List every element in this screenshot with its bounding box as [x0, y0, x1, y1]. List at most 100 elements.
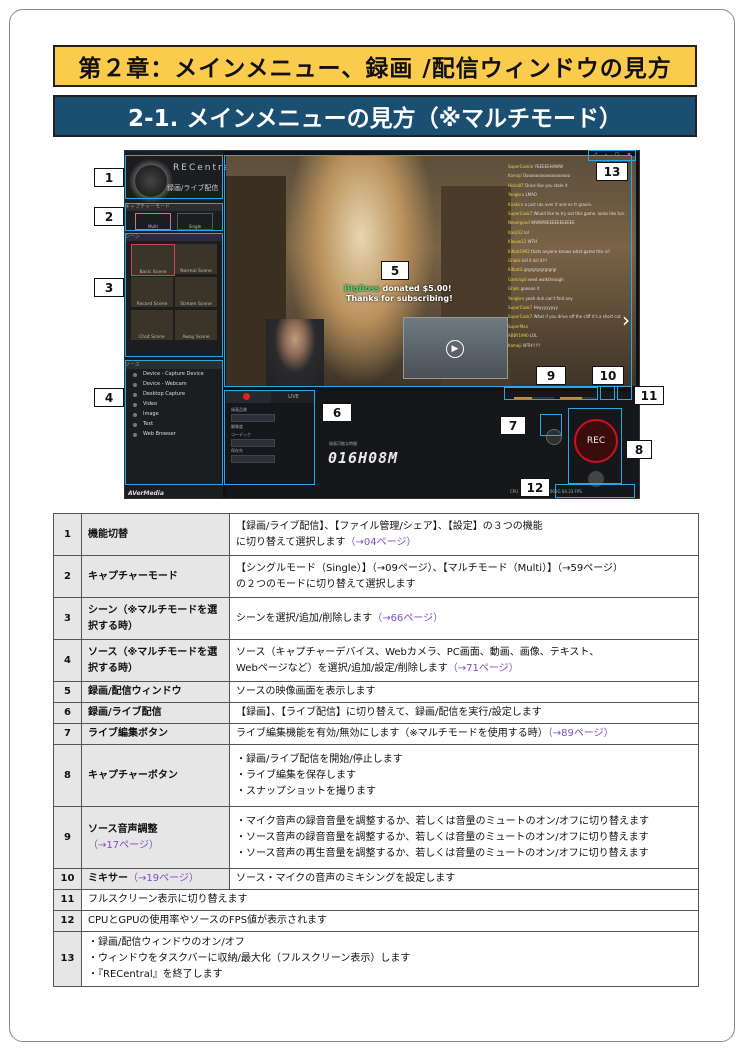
- row-number: 6: [53, 702, 82, 724]
- row-title-text: ソース（※マルチモードを選択する時）: [88, 646, 218, 674]
- description-line: Webページなど）を選択/追加/設定/削除します: [236, 662, 448, 674]
- table-row: 9 ソース音声調整 （→17ページ） ・マイク音声の録音音量を調整するか、若しくは音量…: [53, 806, 699, 869]
- chapter-title: 第２章：メインメニュー、録画 /配信ウィンドウの見方: [53, 45, 697, 87]
- row-description: ソースの映像画面を表示します: [229, 681, 699, 703]
- row-title-text: キャプチャーモード: [88, 570, 178, 582]
- highlight-2: [125, 203, 223, 231]
- table-row: 2 キャプチャーモード 【シングルモード（Single）】（→09ページ）、【マルチ…: [53, 555, 699, 598]
- row-description: ・録画/ライブ配信を開始/停止します ・ライブ編集を保存します・スナップショットを…: [229, 744, 699, 807]
- row-description: CPUとGPUの使用率やソースのFPS値が表示されます: [81, 910, 699, 932]
- row-description: ライブ編集機能を有効/無効にします（※マルチモードを使用する時）（→89ページ）: [229, 723, 699, 745]
- row-number: 9: [53, 806, 82, 869]
- description-table: 1 機能切替 【録画/ライブ配信】、【ファイル管理/シェア】、【設定】の３つの機能に…: [53, 513, 699, 987]
- row-title-text: ライブ編集ボタン: [88, 728, 168, 739]
- row-title-text: ミキサー: [88, 873, 128, 884]
- description-line: ソースの映像画面を表示します: [236, 686, 376, 697]
- highlight-13: [588, 150, 636, 161]
- callout-12: 12: [520, 478, 550, 497]
- highlight-11: [617, 386, 632, 400]
- callout-11: 11: [634, 386, 664, 405]
- timer-label: 録画可能な時間: [329, 441, 357, 446]
- description-line: ソース（キャプチャーデバイス、Webカメラ、PC画面、動画、画像、テキスト、: [236, 646, 600, 658]
- row-number: 5: [53, 681, 82, 703]
- row-description: 【録画】、【ライブ配信】に切り替えて、録画/配信を実行/設定します: [229, 702, 699, 724]
- row-title: ソース音声調整 （→17ページ）: [81, 806, 230, 869]
- page-link[interactable]: （→71ページ）: [448, 663, 519, 674]
- row-title: 機能切替: [81, 513, 230, 556]
- table-row: 5 録画/配信ウィンドウ ソースの映像画面を表示します: [53, 681, 699, 703]
- row-title-text: キャプチャーボタン: [88, 769, 178, 781]
- table-row: 12 CPUとGPUの使用率やソースのFPS値が表示されます: [53, 910, 699, 932]
- callout-1: 1: [94, 168, 124, 187]
- description-line: の２つのモードに切り替えて選択します: [236, 578, 416, 590]
- row-title: ライブ編集ボタン: [81, 723, 230, 745]
- description-line: に切り替えて選択します: [236, 536, 346, 548]
- row-title: キャプチャーボタン: [81, 744, 230, 807]
- table-row: 11 フルスクリーン表示に切り替えます: [53, 889, 699, 911]
- row-description: ソース（キャプチャーデバイス、Webカメラ、PC画面、動画、画像、テキスト、 We…: [229, 639, 699, 682]
- table-row: 4 ソース（※マルチモードを選択する時） ソース（キャプチャーデバイス、Webカメラ…: [53, 639, 699, 682]
- section-title: 2-1. メインメニューの見方（※マルチモード）: [53, 95, 697, 137]
- description-line: シーンを選択/追加/削除します: [236, 612, 373, 624]
- table-row: 10 ミキサー（→19ページ） ソース・マイクの音声のミキシングを設定します: [53, 868, 699, 890]
- row-number: 11: [53, 889, 82, 911]
- page-link[interactable]: （→04ページ）: [346, 537, 417, 548]
- description-line: ・『RECentral』を終了します: [88, 969, 223, 980]
- row-description: ・録画/配信ウィンドウのオン/オフ ・ウィンドウをタスクバーに収納/最大化（フルス…: [81, 931, 699, 987]
- table-row: 1 機能切替 【録画/ライブ配信】、【ファイル管理/シェア】、【設定】の３つの機能に…: [53, 513, 699, 556]
- table-row: 3 シーン（※マルチモードを選択する時） シーンを選択/追加/削除します（→66ペー…: [53, 597, 699, 640]
- row-number: 2: [53, 555, 82, 598]
- row-number: 3: [53, 597, 82, 640]
- highlight-10: [600, 386, 615, 400]
- highlight-7: [540, 414, 562, 436]
- highlight-12: [555, 484, 635, 498]
- row-description: フルスクリーン表示に切り替えます: [81, 889, 699, 911]
- callout-9: 9: [536, 366, 566, 385]
- row-title: シーン（※マルチモードを選択する時）: [81, 597, 230, 640]
- highlight-4: [125, 360, 223, 485]
- callout-10: 10: [592, 366, 624, 385]
- table-row: 7 ライブ編集ボタン ライブ編集機能を有効/無効にします（※マルチモードを使用する時…: [53, 723, 699, 745]
- description-line: 【録画】、【ライブ配信】に切り替えて、録画/配信を実行/設定します: [236, 707, 542, 718]
- row-number: 7: [53, 723, 82, 745]
- callout-4: 4: [94, 388, 124, 407]
- row-number: 10: [53, 868, 82, 890]
- callout-5: 5: [381, 261, 409, 280]
- row-number: 1: [53, 513, 82, 556]
- highlight-9: [504, 387, 598, 400]
- highlight-1: [125, 155, 223, 199]
- description-line: ・マイク音声の録音音量を調整するか、若しくは音量のミュートのオン/オフに切り替え…: [236, 815, 649, 827]
- row-number: 13: [53, 931, 82, 987]
- description-line: ・スナップショットを撮ります: [236, 785, 376, 797]
- page-link[interactable]: （→66ページ）: [372, 613, 443, 624]
- callout-13: 13: [596, 162, 628, 181]
- row-title-text: 録画/配信ウィンドウ: [88, 686, 182, 697]
- row-description: シーンを選択/追加/削除します（→66ページ）: [229, 597, 699, 640]
- highlight-6: [224, 390, 315, 485]
- row-number: 8: [53, 744, 82, 807]
- row-title-text: 機能切替: [88, 528, 128, 540]
- row-number: 4: [53, 639, 82, 682]
- description-line: ライブ編集機能を有効/無効にします（※マルチモードを使用する時）: [236, 728, 548, 739]
- row-number: 12: [53, 910, 82, 932]
- row-description: ソース・マイクの音声のミキシングを設定します: [229, 868, 699, 890]
- row-title: ソース（※マルチモードを選択する時）: [81, 639, 230, 682]
- table-row: 8 キャプチャーボタン ・録画/ライブ配信を開始/停止します ・ライブ編集を保存します…: [53, 744, 699, 807]
- description-line: ・ライブ編集を保存します: [236, 769, 356, 781]
- row-title: ミキサー（→19ページ）: [81, 868, 230, 890]
- row-description: 【シングルモード（Single）】（→09ページ）、【マルチモード（Multi）…: [229, 555, 699, 598]
- row-title-text: ソース音声調整: [88, 823, 158, 835]
- description-line: 【録画/ライブ配信】、【ファイル管理/シェア】、【設定】の３つの機能: [236, 520, 543, 532]
- avermedia-logo: AVerMedia: [128, 490, 164, 497]
- page-link[interactable]: （→19ページ）: [128, 873, 199, 884]
- description-line: ・録画/配信ウィンドウのオン/オフ: [88, 937, 245, 948]
- row-title-text: シーン（※マルチモードを選択する時）: [88, 604, 218, 632]
- row-description: ・マイク音声の録音音量を調整するか、若しくは音量のミュートのオン/オフに切り替え…: [229, 806, 699, 869]
- page-link[interactable]: （→17ページ）: [88, 840, 159, 851]
- page-link[interactable]: （→89ページ）: [548, 728, 614, 739]
- description-line: ・ソース音声の再生音量を調整するか、若しくは音量のミュートのオン/オフに切り替え…: [236, 847, 649, 859]
- row-description: 【録画/ライブ配信】、【ファイル管理/シェア】、【設定】の３つの機能 に切り替えて…: [229, 513, 699, 556]
- description-line: ・録画/ライブ配信を開始/停止します: [236, 753, 403, 765]
- row-title: 録画/ライブ配信: [81, 702, 230, 724]
- highlight-5: [224, 155, 632, 387]
